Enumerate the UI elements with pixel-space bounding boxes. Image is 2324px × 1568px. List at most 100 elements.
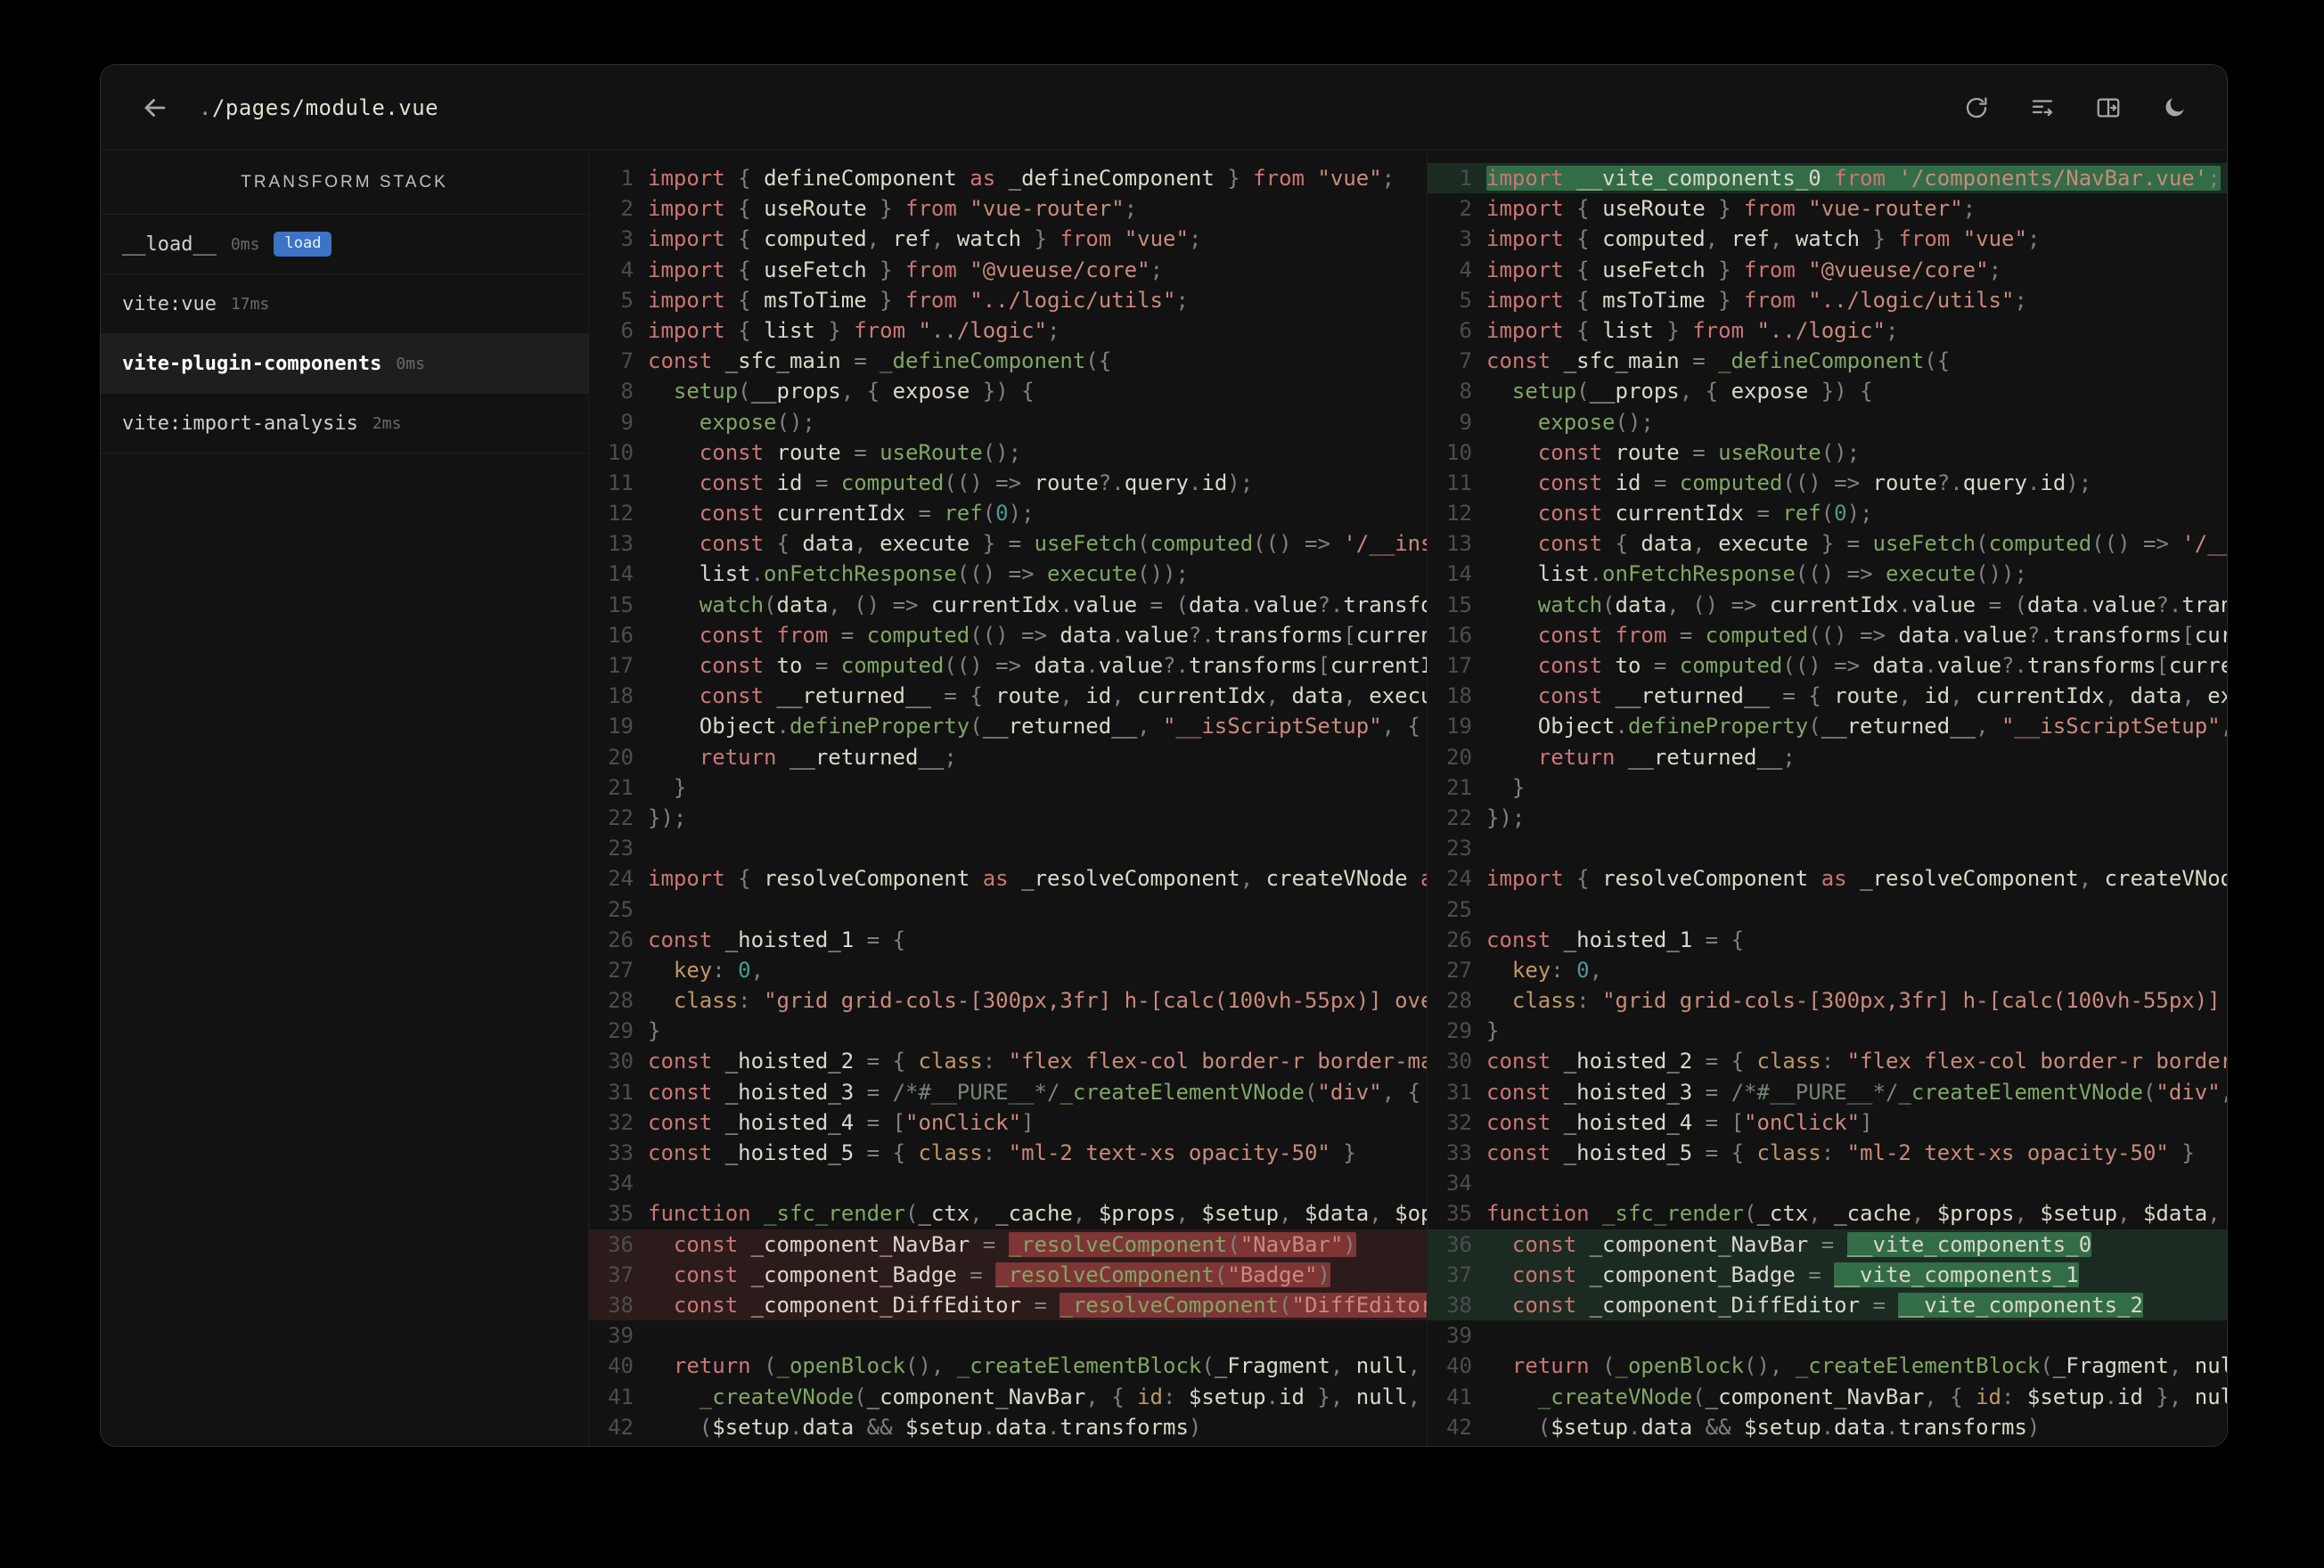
- code-text: ($setup.data && $setup.data.transforms): [1537, 1414, 2041, 1440]
- code-text: const _component_Badge = _resolveCompone…: [673, 1262, 1330, 1287]
- line-number: 15: [608, 592, 634, 617]
- code-line: 17 const to = computed(() => data.value?…: [1428, 650, 2227, 681]
- line-number: 23: [1446, 836, 1472, 862]
- code-text: const _sfc_main = _defineComponent({: [1486, 348, 1951, 374]
- line-number: 12: [1446, 501, 1472, 527]
- line-number: 22: [608, 804, 634, 830]
- load-badge: load: [274, 232, 332, 257]
- plugin-time: 0ms: [230, 234, 260, 254]
- line-number: 36: [608, 1231, 634, 1257]
- code-text: ($setup.data && $setup.data.transforms): [699, 1414, 1202, 1440]
- code-line: 20 return __returned__;: [589, 742, 1427, 772]
- line-number: 7: [1459, 348, 1472, 374]
- line-number: 31: [1446, 1079, 1472, 1105]
- code-text: setup(__props, { expose }) {: [673, 379, 1035, 404]
- code-line: 35 function _sfc_render(_ctx, _cache, $pr…: [589, 1198, 1427, 1229]
- plugin-time: 17ms: [230, 294, 270, 314]
- line-number: 17: [1446, 653, 1472, 678]
- code-line: 36 const _component_NavBar = __vite_comp…: [1428, 1229, 2227, 1260]
- refresh-button[interactable]: [1960, 91, 1993, 125]
- code-text: const id = computed(() => route?.query.i…: [699, 470, 1254, 495]
- line-number: 32: [608, 1109, 634, 1135]
- code-line: 34: [1428, 1168, 2227, 1198]
- code-line: 19 Object.defineProperty(__returned__, "…: [1428, 711, 2227, 741]
- line-number: 21: [1446, 774, 1472, 800]
- code-line: 33 const _hoisted_5 = { class: "ml-2 text…: [589, 1138, 1427, 1168]
- code-text: import { msToTime } from "../logic/utils…: [1486, 287, 2027, 313]
- code-text: return (_openBlock(), _createElementBloc…: [1511, 1353, 2227, 1379]
- line-number: 28: [1446, 988, 1472, 1014]
- code-line: 40 return (_openBlock(), _createElementB…: [589, 1351, 1427, 1381]
- line-number: 23: [608, 836, 634, 862]
- code-text: const currentIdx = ref(0);: [699, 501, 1035, 527]
- code-line: 25: [589, 894, 1427, 925]
- code-text: const _component_DiffEditor = _resolveCo…: [648, 1290, 1427, 1320]
- line-number: 31: [608, 1079, 634, 1105]
- code-line: 14 list.onFetchResponse(() => execute())…: [589, 559, 1427, 589]
- line-number: 22: [1446, 804, 1472, 830]
- code-line: 6 import { list } from "../logic";: [589, 315, 1427, 346]
- code-text: import { computed, ref, watch } from "vu…: [648, 226, 1202, 252]
- transform-stack-list: __load__ 0ms load vite:vue 17ms vite-plugin-c…: [101, 215, 588, 453]
- code-line: 24 import { resolveComponent as _resolveC…: [589, 863, 1427, 894]
- code-text: const from = computed(() => data.value?.…: [699, 622, 1427, 648]
- code-line: 12 const currentIdx = ref(0);: [589, 498, 1427, 528]
- line-number: 25: [1446, 896, 1472, 922]
- code-text: class: "grid grid-cols-[300px,3fr] h-[ca…: [1511, 988, 2221, 1014]
- code-text: return __returned__;: [699, 744, 957, 770]
- code-line: 22});: [1428, 803, 2227, 833]
- code-text: const _hoisted_2 = { class: "flex flex-c…: [1486, 1049, 2227, 1074]
- code-line: 41 _createVNode(_component_NavBar, { id:…: [1428, 1382, 2227, 1412]
- transform-stack-item[interactable]: vite:import-analysis 2ms: [101, 394, 588, 453]
- code-line: 36 const _component_NavBar = _resolveCom…: [589, 1229, 1427, 1260]
- plugin-name: vite:import-analysis: [122, 412, 358, 435]
- code-text: import { useRoute } from "vue-router";: [648, 196, 1138, 222]
- line-number: 30: [608, 1049, 634, 1074]
- code-text: const _component_NavBar = _resolveCompon…: [673, 1231, 1356, 1257]
- code-line: 13 const { data, execute } = useFetch(co…: [1428, 528, 2227, 559]
- line-number: 13: [1446, 531, 1472, 557]
- code-line: 32 const _hoisted_4 = ["onClick"]: [589, 1107, 1427, 1138]
- line-number: 16: [608, 622, 634, 648]
- code-text: const currentIdx = ref(0);: [1537, 501, 1873, 527]
- back-button[interactable]: [136, 89, 174, 127]
- inline-diff-icon: [2032, 99, 2053, 116]
- transform-stack-item[interactable]: __load__ 0ms load: [101, 215, 588, 274]
- dark-mode-toggle-button[interactable]: [2157, 91, 2191, 125]
- code-text: import { defineComponent as _defineCompo…: [648, 166, 1395, 191]
- line-number: 41: [1446, 1384, 1472, 1409]
- code-line: 29}: [589, 1016, 1427, 1046]
- code-text: const from = computed(() => data.value?.…: [1537, 622, 2227, 648]
- line-number: 24: [1446, 866, 1472, 892]
- inline-diff-toggle-button[interactable]: [2025, 91, 2059, 125]
- code-line: 1 import { defineComponent as _defineComp…: [589, 163, 1427, 193]
- code-text: _createVNode(_component_NavBar, { id: $s…: [699, 1384, 1421, 1409]
- plugin-name: vite:vue: [122, 292, 217, 315]
- transform-stack-item[interactable]: vite-plugin-components 0ms: [101, 334, 588, 394]
- transform-stack-title: TRANSFORM STACK: [101, 151, 588, 215]
- line-number: 29: [1446, 1018, 1472, 1044]
- code-text: const to = computed(() => data.value?.tr…: [1537, 653, 2227, 678]
- code-line: 3 import { computed, ref, watch } from "v…: [589, 224, 1427, 254]
- transform-stack-item[interactable]: vite:vue 17ms: [101, 274, 588, 334]
- diff-pane-right[interactable]: 1 import __vite_components_0 from '/compo…: [1427, 151, 2227, 1446]
- code-line: 15 watch(data, () => currentIdx.value = …: [589, 590, 1427, 620]
- line-number: 14: [1446, 561, 1472, 587]
- code-text: _createVNode(_component_NavBar, { id: $s…: [1537, 1384, 2227, 1409]
- line-number: 38: [1446, 1292, 1472, 1318]
- diff-pane-left[interactable]: 1 import { defineComponent as _defineComp…: [589, 151, 1427, 1446]
- line-number: 5: [1459, 287, 1472, 313]
- code-line: 38 const _component_DiffEditor = _resolv…: [589, 1289, 1427, 1321]
- side-by-side-toggle-button[interactable]: [2091, 91, 2125, 125]
- code-text: const _sfc_main = _defineComponent({: [648, 348, 1112, 374]
- code-text: function _sfc_render(_ctx, _cache, $prop…: [648, 1201, 1427, 1227]
- line-number: 26: [608, 927, 634, 952]
- code-line: 37 const _component_Badge = _resolveComp…: [589, 1259, 1427, 1290]
- line-number: 40: [608, 1353, 634, 1379]
- code-text: const id = computed(() => route?.query.i…: [1537, 470, 2092, 495]
- code-text: }: [1486, 1018, 1500, 1044]
